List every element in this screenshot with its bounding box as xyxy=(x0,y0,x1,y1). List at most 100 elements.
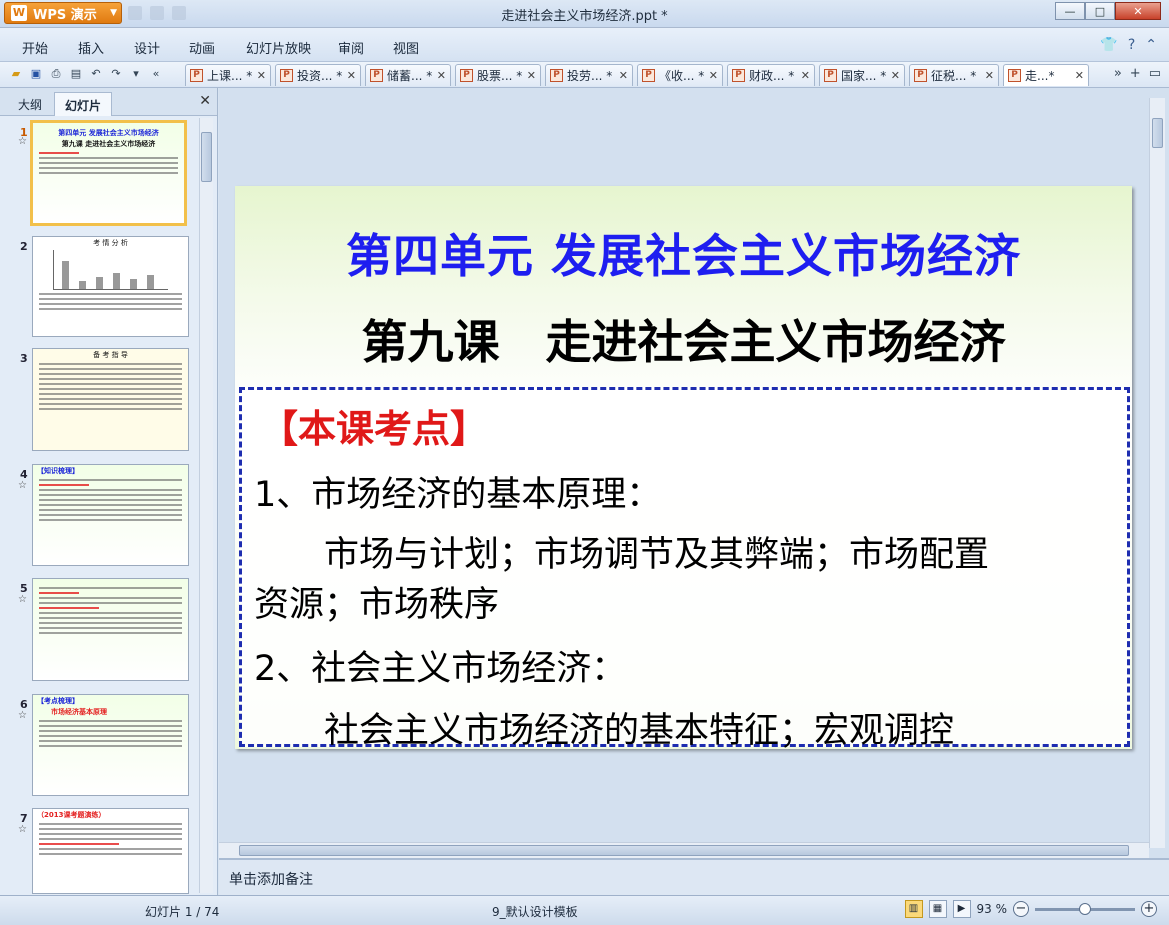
close-tab-icon[interactable]: ✕ xyxy=(797,69,810,82)
menu-view[interactable]: 视图 xyxy=(393,38,419,57)
zoom-out-icon[interactable]: − xyxy=(1013,901,1029,917)
status-right: ▥ ▦ ▶ 93 % − + xyxy=(904,900,1157,918)
doc-tab[interactable]: P 财政... * ✕ xyxy=(727,64,815,86)
slide-canvas[interactable]: 第四单元 发展社会主义市场经济 第九课 走进社会主义市场经济 【本课考点】 1、… xyxy=(235,186,1132,749)
slide-thumbnail[interactable]: 备 考 指 导 xyxy=(32,348,189,451)
slide-thumbnail[interactable] xyxy=(32,578,189,681)
template-name: 9_默认设计模板 xyxy=(492,905,578,919)
slideshow-icon[interactable]: ▶ xyxy=(952,900,971,918)
close-tab-icon[interactable]: ✕ xyxy=(705,69,718,82)
slide-thumbnail[interactable]: 第四单元 发展社会主义市场经济 第九课 走进社会主义市场经济 xyxy=(30,120,187,226)
content-textbox[interactable]: 【本课考点】 1、市场经济的基本原理： 市场与计划；市场调节及其弊端；市场配置 … xyxy=(239,387,1130,749)
close-tab-icon[interactable]: ✕ xyxy=(523,69,536,82)
close-tab-icon[interactable]: ✕ xyxy=(1071,69,1084,82)
panel-tabs: 大纲 幻灯片 ✕ xyxy=(0,88,217,116)
animation-star-icon: ☆ xyxy=(18,710,27,721)
content-line: 市场与计划；市场调节及其弊端；市场配置 xyxy=(254,535,990,575)
slide-subtitle[interactable]: 第九课 走进社会主义市场经济 xyxy=(235,306,1132,372)
slide-counter: 幻灯片 1 / 74 xyxy=(145,905,220,919)
ppt-file-icon: P xyxy=(914,69,927,82)
menu-review[interactable]: 审阅 xyxy=(338,38,364,57)
status-bar: 幻灯片 1 / 74 9_默认设计模板 ▥ ▦ ▶ 93 % − + xyxy=(0,895,1169,925)
window-title: 走进社会主义市场经济.ppt * xyxy=(501,9,668,24)
doc-tab[interactable]: P 投资... * ✕ xyxy=(275,64,361,86)
menu-animation[interactable]: 动画 xyxy=(189,38,215,57)
slide-edit-area: 第四单元 发展社会主义市场经济 第九课 走进社会主义市场经济 【本课考点】 1、… xyxy=(219,88,1169,858)
doc-tab-active[interactable]: P 走...* ✕ xyxy=(1003,64,1089,86)
close-tab-icon[interactable]: ✕ xyxy=(981,69,994,82)
ppt-file-icon: P xyxy=(280,69,293,82)
toolbar: ▰ ▣ ⎙ ▤ ↶ ↷ ▾ « P 上课... * ✕ P 投资... * ✕ P 储蓄.… xyxy=(0,62,1169,88)
ppt-file-icon: P xyxy=(550,69,563,82)
minimize-button[interactable]: — xyxy=(1055,2,1085,20)
tab-scroll-left-icon[interactable]: « xyxy=(148,66,164,82)
zoom-slider[interactable] xyxy=(1035,902,1135,915)
close-tab-icon[interactable]: ✕ xyxy=(253,69,266,82)
doc-tab[interactable]: P 上课... * ✕ xyxy=(185,64,271,86)
save-icon[interactable]: ▣ xyxy=(28,66,44,82)
toolbar-dropdown-icon[interactable]: ▾ xyxy=(128,66,144,82)
animation-star-icon: ☆ xyxy=(18,480,27,491)
redo-icon[interactable]: ↷ xyxy=(108,66,124,82)
doc-tab[interactable]: P 储蓄... * ✕ xyxy=(365,64,451,86)
notes-pane[interactable]: 单击添加备注 xyxy=(219,858,1169,895)
ppt-file-icon: P xyxy=(1008,69,1021,82)
skin-icon[interactable]: 👕 xyxy=(1100,37,1117,53)
animation-star-icon: ☆ xyxy=(18,824,27,835)
slide-thumbnail[interactable]: 考 情 分 析 xyxy=(32,236,189,337)
slides-panel: 大纲 幻灯片 ✕ 1 ☆ 第四单元 发展社会主义市场经济 第九课 走进社会主义市… xyxy=(0,88,218,895)
close-button[interactable]: ✕ xyxy=(1115,2,1161,20)
print-preview-icon[interactable]: ▤ xyxy=(68,66,84,82)
tab-outline[interactable]: 大纲 xyxy=(8,92,52,116)
doc-tab[interactable]: P 股票... * ✕ xyxy=(455,64,541,86)
slide-thumbnail[interactable]: 【考点梳理】 市场经济基本原理 xyxy=(32,694,189,796)
content-line: 2、社会主义市场经济： xyxy=(254,649,627,689)
new-tab-icon[interactable]: + xyxy=(1130,66,1141,81)
close-tab-icon[interactable]: ✕ xyxy=(433,69,446,82)
help-icon[interactable]: ? xyxy=(1128,37,1135,53)
box-heading: 【本课考点】 xyxy=(260,407,489,451)
ribbon-collapse-icon[interactable]: ⌃ xyxy=(1145,37,1157,53)
slide-title[interactable]: 第四单元 发展社会主义市场经济 xyxy=(235,220,1132,286)
close-tab-icon[interactable]: ✕ xyxy=(887,69,900,82)
menu-insert[interactable]: 插入 xyxy=(78,38,104,57)
open-icon[interactable]: ▰ xyxy=(8,66,24,82)
notes-placeholder[interactable]: 单击添加备注 xyxy=(229,869,313,889)
vertical-scrollbar[interactable] xyxy=(1149,98,1165,848)
title-bar: W WPS 演示 ▼ 走进社会主义市场经济.ppt * — □ ✕ xyxy=(0,0,1169,28)
menu-design[interactable]: 设计 xyxy=(134,38,160,57)
thumbnail-scrollbar[interactable] xyxy=(199,118,213,893)
mini-chart xyxy=(53,250,168,290)
doc-tab[interactable]: P 征税... * ✕ xyxy=(909,64,999,86)
close-icon[interactable]: ✕ xyxy=(199,93,211,109)
slide-thumbnail[interactable]: （2013课考题演练） xyxy=(32,808,189,894)
print-icon[interactable]: ⎙ xyxy=(48,66,64,82)
horizontal-scrollbar[interactable] xyxy=(219,842,1149,858)
tab-scroll-right-icon[interactable]: » xyxy=(1114,66,1122,81)
slide-sorter-icon[interactable]: ▦ xyxy=(928,900,947,918)
close-tab-icon[interactable]: ✕ xyxy=(615,69,628,82)
tab-slides[interactable]: 幻灯片 xyxy=(54,92,113,116)
normal-view-icon[interactable]: ▥ xyxy=(904,900,923,918)
menu-right-icons: 👕 ? ⌃ xyxy=(1100,37,1157,53)
doc-tab[interactable]: P 《收... * ✕ xyxy=(637,64,723,86)
toolbar-icons: ▰ ▣ ⎙ ▤ ↶ ↷ ▾ « xyxy=(8,66,164,82)
menu-home[interactable]: 开始 xyxy=(22,38,48,57)
undo-icon[interactable]: ↶ xyxy=(88,66,104,82)
animation-star-icon: ☆ xyxy=(18,594,27,605)
tab-list-icon[interactable]: ▭ xyxy=(1149,66,1161,81)
ppt-file-icon: P xyxy=(370,69,383,82)
ppt-file-icon: P xyxy=(642,69,655,82)
content-line: 1、市场经济的基本原理： xyxy=(254,475,662,515)
window-controls: — □ ✕ xyxy=(1055,2,1161,20)
zoom-in-icon[interactable]: + xyxy=(1141,901,1157,917)
doc-tab[interactable]: P 国家... * ✕ xyxy=(819,64,905,86)
animation-star-icon: ☆ xyxy=(18,136,27,147)
doc-tab[interactable]: P 投劳... * ✕ xyxy=(545,64,633,86)
maximize-button[interactable]: □ xyxy=(1085,2,1115,20)
menu-slideshow[interactable]: 幻灯片放映 xyxy=(246,38,311,57)
close-tab-icon[interactable]: ✕ xyxy=(343,69,356,82)
toolbar-right-icons: » + ▭ xyxy=(1114,66,1161,81)
content-line: 资源；市场秩序 xyxy=(254,585,500,625)
slide-thumbnail[interactable]: 【知识梳理】 xyxy=(32,464,189,566)
